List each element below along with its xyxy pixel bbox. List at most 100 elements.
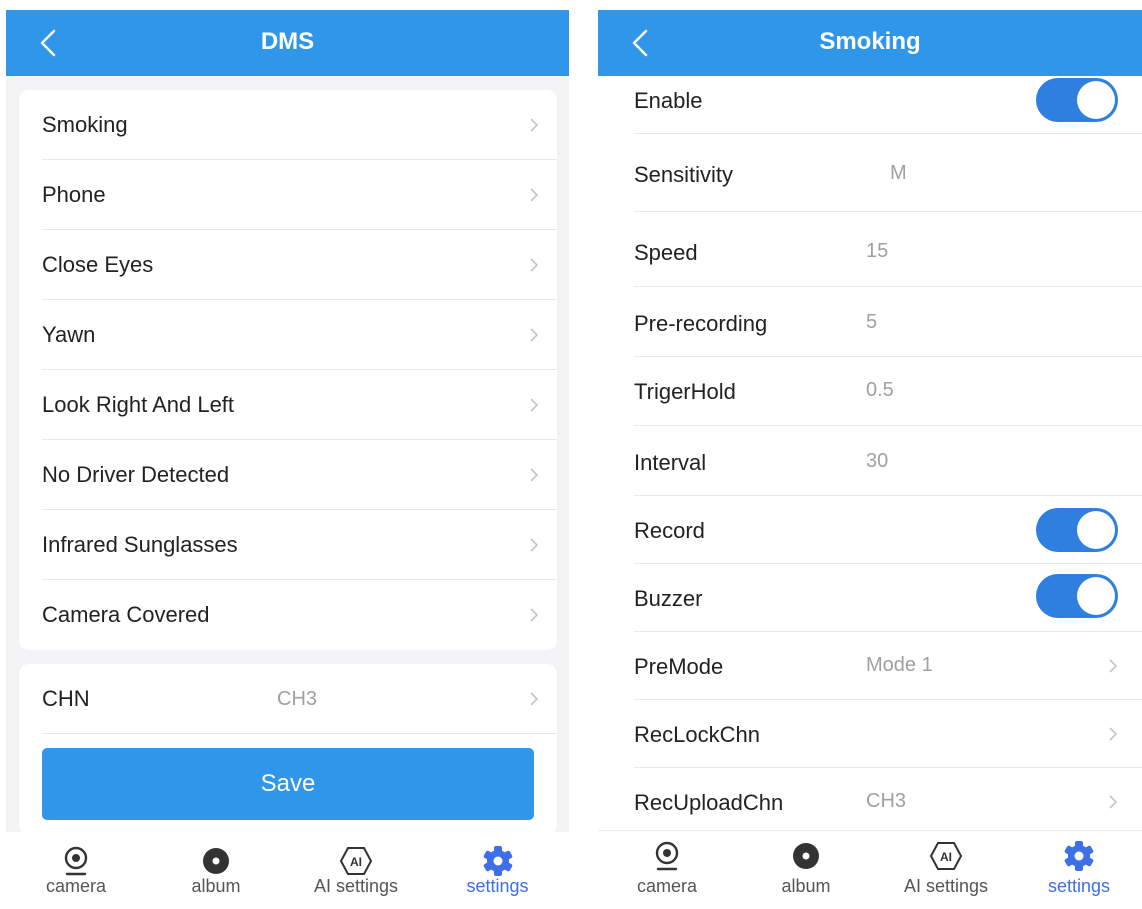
speed-label: Speed (634, 240, 698, 265)
recuploadchn-label: RecUploadChn (634, 790, 784, 815)
trigerhold-row[interactable]: TrigerHold 0.5 (598, 357, 1142, 426)
interval-value: 30 (866, 450, 889, 472)
header-bar: Smoking (598, 10, 1142, 76)
chevron-right-icon (1109, 795, 1118, 809)
menu-item-yawn[interactable]: Yawn (19, 300, 557, 370)
sensitivity-value: M (890, 162, 907, 184)
dms-screen: DMS Smoking Phone Close Eyes Yawn Look R… (6, 10, 569, 909)
tab-ai-settings[interactable]: AI AI settings (876, 831, 1016, 909)
enable-label: Enable (634, 88, 703, 113)
buzzer-label: Buzzer (634, 586, 703, 611)
camera-icon (64, 846, 88, 876)
camera-icon (655, 841, 679, 871)
tab-label: settings (466, 876, 529, 896)
smoking-settings-screen: Enable Sensitivity M Speed 15 Pre-record… (598, 10, 1142, 909)
album-icon (203, 848, 229, 874)
interval-label: Interval (634, 450, 707, 475)
enable-toggle[interactable] (1036, 78, 1118, 122)
svg-text:AI: AI (940, 850, 952, 864)
toggle-knob (1077, 511, 1115, 549)
menu-item-label: No Driver Detected (42, 462, 230, 487)
chevron-right-icon (1109, 659, 1118, 673)
reclockchn-label: RecLockChn (634, 722, 760, 747)
prerecording-value: 5 (866, 311, 878, 333)
menu-item-look-right-and-left[interactable]: Look Right And Left (19, 370, 557, 440)
tab-label: album (781, 876, 831, 896)
premode-label: PreMode (634, 654, 724, 679)
recuploadchn-value: CH3 (866, 790, 907, 812)
speed-row[interactable]: Speed 15 (598, 212, 1142, 287)
chevron-right-icon (530, 398, 539, 412)
toggle-knob (1077, 577, 1115, 615)
gear-icon (1064, 841, 1094, 871)
reclockchn-row[interactable]: RecLockChn (598, 700, 1142, 768)
channel-card: CHN CH3 Save (19, 664, 557, 834)
tab-label: settings (1047, 876, 1111, 896)
tab-settings[interactable]: settings (1016, 831, 1142, 909)
sensitivity-label: Sensitivity (634, 162, 734, 187)
chevron-right-icon (530, 188, 539, 202)
menu-item-label: Phone (42, 182, 106, 207)
chn-select-row[interactable]: CHN CH3 (19, 664, 557, 734)
menu-item-phone[interactable]: Phone (19, 160, 557, 230)
tab-camera[interactable]: camera (6, 832, 146, 909)
menu-item-close-eyes[interactable]: Close Eyes (19, 230, 557, 300)
header-bar: DMS (6, 10, 569, 76)
bottom-tab-bar: camera album AI AI settings settings (6, 832, 569, 909)
page-title: DMS (260, 28, 315, 55)
enable-row: Enable (598, 66, 1142, 134)
ai-icon: AI (929, 842, 963, 870)
menu-item-smoking[interactable]: Smoking (19, 90, 557, 160)
menu-item-infrared-sunglasses[interactable]: Infrared Sunglasses (19, 510, 557, 580)
chn-label: CHN (42, 686, 90, 711)
gear-icon (483, 846, 512, 876)
menu-item-label: Yawn (42, 322, 96, 347)
menu-item-label: Close Eyes (42, 252, 154, 277)
tab-label: album (191, 876, 241, 896)
detection-menu-list: Smoking Phone Close Eyes Yawn Look Right… (19, 90, 557, 650)
record-row: Record (598, 496, 1142, 564)
buzzer-toggle[interactable] (1036, 574, 1118, 618)
prerecording-row[interactable]: Pre-recording 5 (598, 287, 1142, 357)
record-toggle[interactable] (1036, 508, 1118, 552)
premode-row[interactable]: PreMode Mode 1 (598, 632, 1142, 700)
save-button[interactable]: Save (42, 748, 534, 820)
tab-settings[interactable]: settings (426, 832, 569, 909)
divider (42, 733, 557, 734)
toggle-knob (1077, 81, 1115, 119)
menu-item-camera-covered[interactable]: Camera Covered (19, 580, 557, 650)
prerecording-label: Pre-recording (634, 311, 768, 336)
menu-item-label: Look Right And Left (42, 392, 235, 417)
chevron-right-icon (530, 692, 539, 706)
tab-ai-settings[interactable]: AI AI settings (286, 832, 426, 909)
chevron-right-icon (530, 258, 539, 272)
tab-label: AI settings (313, 876, 399, 896)
buzzer-row: Buzzer (598, 564, 1142, 632)
trigerhold-label: TrigerHold (634, 379, 736, 404)
chevron-right-icon (1109, 727, 1118, 741)
chevron-right-icon (530, 468, 539, 482)
tab-label: AI settings (903, 876, 989, 896)
record-label: Record (634, 518, 705, 543)
tab-label: camera (45, 876, 107, 896)
recuploadchn-row[interactable]: RecUploadChn CH3 (598, 768, 1142, 830)
chevron-right-icon (530, 608, 539, 622)
sensitivity-row[interactable]: Sensitivity M (598, 134, 1142, 212)
tab-camera[interactable]: camera (598, 831, 736, 909)
trigerhold-value: 0.5 (866, 379, 894, 401)
speed-value: 15 (866, 240, 889, 262)
menu-item-label: Smoking (42, 112, 128, 137)
chevron-right-icon (530, 538, 539, 552)
tab-album[interactable]: album (146, 832, 286, 909)
tab-label: camera (636, 876, 698, 896)
tab-album[interactable]: album (736, 831, 876, 909)
premode-value: Mode 1 (866, 654, 933, 676)
page-title: Smoking (819, 28, 921, 55)
chn-value: CH3 (277, 688, 318, 710)
interval-row[interactable]: Interval 30 (598, 426, 1142, 496)
album-icon (793, 843, 819, 869)
menu-item-no-driver-detected[interactable]: No Driver Detected (19, 440, 557, 510)
menu-item-label: Camera Covered (42, 602, 210, 627)
bottom-tab-bar: camera album AI AI settings settings (598, 830, 1142, 909)
svg-text:AI: AI (350, 855, 362, 869)
